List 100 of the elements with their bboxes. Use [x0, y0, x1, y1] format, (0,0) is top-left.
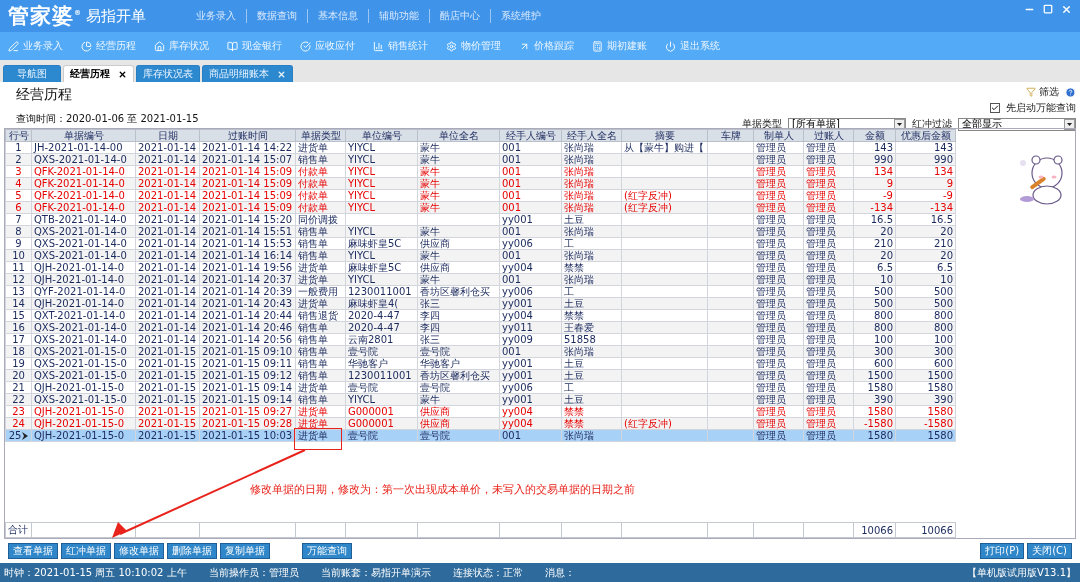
table-cell: 张尚瑞	[564, 202, 594, 213]
bar-chart-icon	[373, 40, 384, 52]
action-button[interactable]: 删除单据	[167, 543, 217, 559]
column-header[interactable]: 过账时间	[199, 129, 296, 142]
tab[interactable]: 商品明细账本	[202, 65, 293, 82]
table-cell: 500	[933, 286, 953, 297]
table-cell: 001	[502, 202, 522, 213]
table-cell: 2020-4-47	[348, 322, 400, 333]
table-cell: 6	[15, 202, 22, 213]
table-cell: 进货单	[298, 430, 328, 441]
table-cell: (红字反冲)	[624, 418, 672, 429]
help-icon[interactable]	[1065, 86, 1076, 98]
table-cell: 蒙牛	[420, 154, 440, 165]
table-cell: 9	[15, 238, 22, 249]
table-cell: 2021-01-14	[138, 166, 197, 177]
table-cell: 管理员	[806, 154, 836, 165]
table-cell: QJH-2021-01-14-0	[34, 262, 125, 273]
table-cell: 付款单	[298, 166, 328, 177]
column-header[interactable]: 单据类型	[295, 129, 346, 142]
filter-link[interactable]: 筛选	[1026, 85, 1059, 99]
tab[interactable]: 经营历程	[63, 65, 134, 82]
column-header[interactable]: 摘要	[621, 129, 708, 142]
status-text: 时钟：2021-01-15 周五 10:10:02 上午	[4, 565, 187, 580]
checkbox[interactable]	[990, 103, 1000, 113]
table-cell: QXS-2021-01-15-0	[34, 358, 127, 369]
table-cell: 管理员	[806, 142, 836, 153]
column-header[interactable]: 单位全名	[417, 129, 500, 142]
table-cell: 一般费用	[298, 286, 338, 297]
table-cell: 20	[940, 250, 953, 261]
table-cell: 6.5	[877, 262, 893, 273]
column-header[interactable]: 过账人	[803, 129, 854, 142]
column-header[interactable]: 优惠后金额	[895, 129, 956, 142]
action-button[interactable]: 打印(P)	[980, 543, 1025, 559]
column-header[interactable]: 经手人编号	[499, 129, 562, 142]
table-cell: yy004	[502, 418, 533, 429]
table-cell: 管理员	[806, 166, 836, 177]
table-cell: 2021-01-14	[138, 190, 197, 201]
action-button[interactable]: 红冲单据	[61, 543, 111, 559]
table-cell: 2021-01-14	[138, 334, 197, 345]
table-cell: JH-2021-01-14-00	[34, 142, 123, 153]
action-button[interactable]: 查看单据	[8, 543, 58, 559]
status-text: 连接状态：正常	[452, 565, 523, 580]
table-cell: 壹号院	[420, 430, 450, 441]
column-header[interactable]: 制单人	[753, 129, 804, 142]
table-cell: 管理员	[806, 310, 836, 321]
column-header[interactable]: 日期	[135, 129, 200, 142]
column-header[interactable]: 金额	[853, 129, 896, 142]
table-cell: QXS-2021-01-14-0	[34, 322, 127, 333]
table-cell: 2021-01-14	[138, 154, 197, 165]
table-cell: 210	[873, 238, 893, 249]
table-cell: 500	[873, 286, 893, 297]
table-cell: 2021-01-15 09:14	[202, 382, 293, 393]
table-cell: 管理员	[756, 346, 786, 357]
column-header[interactable]: 行号	[5, 129, 32, 142]
table-cell: 蒙牛	[420, 142, 440, 153]
query-button[interactable]: 万能查询	[302, 543, 352, 559]
close-icon[interactable]	[118, 69, 127, 79]
dropdown[interactable]: 全部显示	[958, 117, 1076, 131]
table-cell: 管理员	[756, 262, 786, 273]
table-cell: YIYCL	[348, 394, 376, 405]
column-header[interactable]: 单据编号	[31, 129, 136, 142]
table-cell: 001	[502, 190, 522, 201]
table-cell: -1580	[863, 418, 893, 429]
table-cell: 001	[502, 346, 522, 357]
tab[interactable]: 导航图	[3, 65, 61, 82]
table-cell: 供应商	[420, 418, 450, 429]
table-cell: 001	[502, 226, 522, 237]
table-cell: 4	[15, 178, 22, 189]
table-cell: 18	[12, 346, 25, 357]
table-cell: 管理员	[756, 382, 786, 393]
table-cell: yy006	[502, 382, 533, 393]
table-cell: 5	[15, 190, 22, 201]
table-cell: 管理员	[756, 418, 786, 429]
column-header[interactable]: 单位编号	[345, 129, 418, 142]
column-header[interactable]: 车牌	[707, 129, 754, 142]
table-cell: yy001	[502, 394, 533, 405]
table-cell: 销售单	[298, 154, 328, 165]
check-circle-icon	[300, 40, 311, 52]
action-button[interactable]: 修改单据	[114, 543, 164, 559]
table-cell: 2021-01-14 15:09	[202, 190, 293, 201]
table-cell: 16.5	[870, 214, 893, 225]
table-cell: 管理员	[756, 202, 786, 213]
action-button[interactable]: 关闭(C)	[1027, 543, 1072, 559]
table-cell: 2021-01-14	[138, 226, 197, 237]
table-cell: 张三	[420, 298, 440, 309]
table-cell: 390	[873, 394, 893, 405]
table-cell: 蒙牛	[420, 274, 440, 285]
column-header[interactable]: 经手人全名	[561, 129, 622, 142]
table-cell: 11	[12, 262, 25, 273]
page-title: 经营历程	[16, 86, 73, 104]
table-cell: 2021-01-15	[138, 382, 197, 393]
calculator-icon	[592, 40, 603, 52]
maximize-icon[interactable]	[1043, 4, 1053, 14]
action-button[interactable]: 复制单据	[220, 543, 270, 559]
table-cell: 8	[15, 226, 22, 237]
filter-label: 单据类型	[742, 117, 782, 131]
table-cell: 管理员	[806, 238, 836, 249]
book-icon	[227, 40, 238, 52]
table-cell: 9	[946, 178, 953, 189]
tab[interactable]: 库存状况表	[136, 65, 200, 82]
